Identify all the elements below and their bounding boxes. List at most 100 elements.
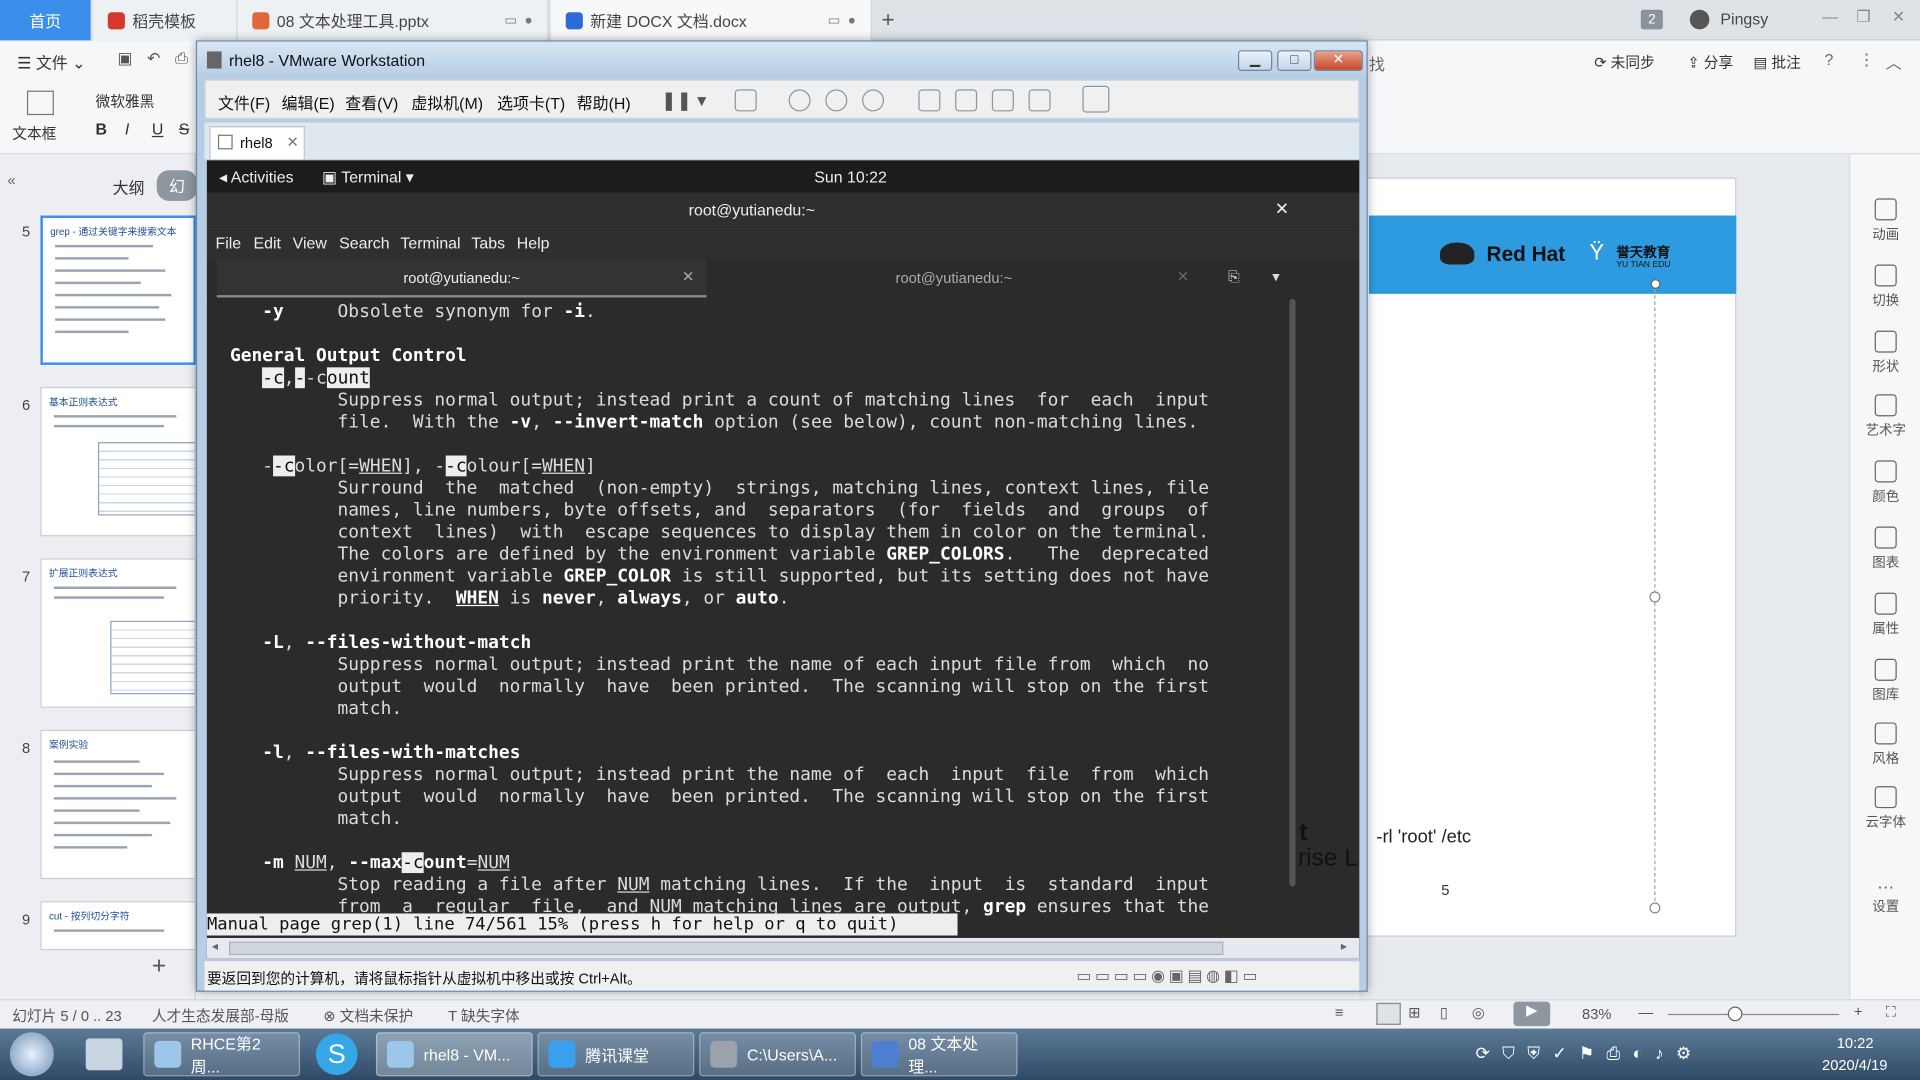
taskbar-item[interactable]: RHCE第2周... [143, 1032, 301, 1077]
strikethrough-icon[interactable]: S [179, 120, 190, 138]
selection-handle[interactable] [1650, 279, 1661, 289]
menu-help[interactable]: 帮助(H) [577, 91, 631, 114]
menu-tabs[interactable]: 选项卡(T) [497, 91, 565, 114]
slide-thumbnail[interactable]: 案例实验 [40, 729, 196, 880]
send-keys-icon[interactable] [734, 89, 757, 112]
taskbar-item[interactable]: C:\Users\A... [699, 1032, 856, 1077]
menu-vm[interactable]: 虚拟机(M) [411, 91, 483, 114]
slide-thumbnail[interactable]: grep - 通过关键字来搜索文本 [40, 215, 196, 365]
close-button[interactable]: ✕ [1313, 50, 1363, 72]
selection-handle[interactable] [1649, 902, 1661, 914]
terminal-close-icon[interactable]: ✕ [1275, 198, 1289, 219]
console-view-icon[interactable] [955, 89, 978, 112]
zoom-slider-knob[interactable] [1727, 1006, 1743, 1022]
add-tab-button[interactable]: + [882, 7, 895, 33]
cloud-font-tool[interactable]: 云字体 [1850, 786, 1920, 831]
save-icon[interactable]: ▣ [118, 49, 133, 69]
device-status-icons[interactable]: ▭▭▭▭◉▣▤◍◧▭ [1076, 966, 1261, 986]
fit-window-icon[interactable]: ⛶ [1886, 1003, 1896, 1021]
font-name-field[interactable]: 微软雅黑 [96, 91, 155, 112]
window-count-badge[interactable]: 2 [1640, 9, 1663, 30]
print-icon[interactable]: ⎙ [175, 49, 188, 69]
settings-tool[interactable]: ··· 设置 [1850, 877, 1920, 916]
unsaved-dot-icon[interactable]: ● [525, 13, 533, 28]
system-tray-icons[interactable]: ⟳⛉⛨✓⚑⎙◐♪⚙ [1476, 1043, 1704, 1064]
protect-status[interactable]: ⊗ 文档未保护 [323, 1005, 413, 1026]
textbox-label[interactable]: 文本框 [12, 122, 56, 143]
zoom-in-icon[interactable]: + [1854, 1003, 1863, 1020]
italic-icon[interactable]: I [125, 120, 129, 138]
vmware-title-bar[interactable]: rhel8 - VMware Workstation ▁ □ ✕ [197, 41, 1367, 79]
taskbar-item[interactable]: 腾讯课堂 [537, 1032, 695, 1077]
comment-button[interactable]: ▤ 批注 [1753, 51, 1800, 72]
slide-thumbnail[interactable]: cut - 按列切分字符 [40, 901, 196, 951]
menu-tabs[interactable]: Tabs [471, 234, 505, 252]
style-tool[interactable]: 风格 [1850, 722, 1920, 767]
menu-help[interactable]: Help [517, 234, 550, 252]
horizontal-scrollbar[interactable]: ◂ ▸ [206, 937, 1360, 959]
pause-icon[interactable]: ❚❚ ▾ [661, 89, 706, 112]
menu-edit[interactable]: Edit [253, 234, 280, 252]
animation-tool[interactable]: 动画 [1850, 198, 1920, 243]
avatar[interactable] [1689, 9, 1710, 30]
scroll-left-icon[interactable]: ◂ [212, 940, 218, 953]
help-icon[interactable]: ? [1824, 50, 1833, 68]
full-screen-icon[interactable] [991, 89, 1014, 112]
maximize-button[interactable]: □ [1277, 50, 1312, 72]
tab-pptx[interactable]: 08 文本处理工具.pptx ▭ ● [237, 0, 549, 41]
minimize-button[interactable]: ▁ [1237, 50, 1273, 72]
normal-view-icon[interactable] [1376, 1002, 1401, 1025]
collapse-panel-icon[interactable]: « [7, 171, 15, 188]
activities-button[interactable]: ◂ Activities [219, 168, 293, 188]
close-tab-icon[interactable]: ✕ [682, 268, 694, 285]
maximize-icon[interactable]: ❐ [1856, 7, 1870, 27]
unsaved-dot-icon[interactable]: ● [848, 13, 856, 28]
unity-icon[interactable] [1028, 89, 1051, 112]
close-icon[interactable]: ✕ [1892, 7, 1905, 27]
shape-tool[interactable]: 形状 [1850, 330, 1920, 376]
gallery-tool[interactable]: 图库 [1850, 658, 1920, 704]
home-tab[interactable]: 首页 [0, 0, 91, 41]
menu-file[interactable]: 文件(F) [218, 91, 270, 114]
zoom-out-icon[interactable]: — [1638, 1004, 1653, 1021]
properties-tool[interactable]: 属性 [1850, 592, 1920, 638]
presenter-icon[interactable]: ◎ [1472, 1004, 1485, 1021]
gnome-clock[interactable]: Sun 10:22 [814, 168, 887, 186]
start-button[interactable] [9, 1032, 54, 1077]
vm-tab[interactable]: rhel8 ✕ [209, 126, 305, 160]
terminal-scrollbar[interactable] [1289, 298, 1296, 887]
clock-time[interactable]: 10:22 [1837, 1035, 1874, 1052]
snapshot-icon[interactable] [788, 89, 811, 112]
close-tab-icon[interactable]: ✕ [1177, 268, 1189, 285]
chart-tool[interactable]: 图表 [1850, 526, 1920, 572]
close-tab-icon[interactable]: ✕ [287, 133, 299, 150]
bold-icon[interactable]: B [96, 120, 107, 138]
terminal-title-bar[interactable]: root@yutianedu:~ ✕ [206, 192, 1360, 228]
selection-handle[interactable] [1649, 591, 1661, 603]
scroll-thumb[interactable] [228, 941, 1224, 956]
terminal-tab-active[interactable]: root@yutianedu:~ ✕ [216, 259, 707, 298]
sorter-view-icon[interactable]: ⊞ [1408, 1004, 1420, 1021]
terminal-app-menu[interactable]: ▣ Terminal ▾ [322, 168, 414, 188]
minimize-icon[interactable]: — [1822, 7, 1838, 25]
slide-thumbnail[interactable]: 基本正则表达式 [40, 386, 196, 537]
guest-display[interactable]: ◂ Activities ▣ Terminal ▾ Sun 10:22 root… [206, 160, 1360, 959]
share-button[interactable]: ⇪ 分享 [1687, 51, 1733, 72]
transition-tool[interactable]: 切换 [1850, 264, 1920, 309]
slide-thumbnail[interactable]: 扩展正则表达式 [40, 558, 196, 708]
tab-template[interactable]: 稻壳模板 [93, 0, 238, 41]
terminal-tab[interactable]: root@yutianedu:~ ✕ [709, 260, 1199, 298]
missing-font-status[interactable]: T 缺失字体 [448, 1005, 520, 1026]
taskbar-app-icon[interactable] [85, 1038, 123, 1071]
clock-date[interactable]: 2020/4/19 [1822, 1057, 1887, 1074]
menu-terminal[interactable]: Terminal [400, 234, 460, 252]
revert-snapshot-icon[interactable] [825, 89, 848, 112]
zoom-level[interactable]: 83% [1582, 1005, 1611, 1022]
skype-icon[interactable]: S [315, 1033, 358, 1076]
snapshot-manager-icon[interactable] [862, 89, 885, 112]
play-button[interactable]: ▶ [1513, 1001, 1551, 1027]
textbox-icon[interactable] [26, 90, 54, 116]
notes-icon[interactable]: ≡ [1335, 1004, 1344, 1021]
menu-search[interactable]: Search [339, 234, 389, 252]
underline-icon[interactable]: U [152, 120, 163, 138]
